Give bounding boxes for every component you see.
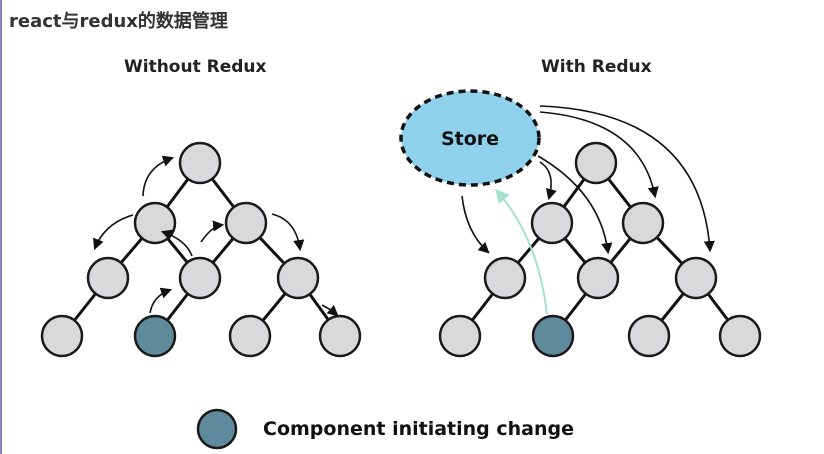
tree-node-initiator — [531, 314, 575, 358]
tree-node-leaf — [718, 314, 762, 358]
tree-node — [576, 256, 620, 300]
tree-node — [674, 256, 718, 300]
store-update-arrow — [539, 161, 557, 201]
propagation-arrow — [271, 213, 305, 252]
tree-node-root — [574, 141, 618, 185]
store-label: Store — [441, 128, 499, 150]
propagation-arrow — [93, 214, 134, 251]
tree-node-leaf — [438, 314, 482, 358]
legend-label: Component initiating change — [263, 418, 575, 440]
tree-node-leaf — [318, 314, 362, 358]
tree-node-leaf — [228, 314, 272, 358]
with-redux-tree: Store — [399, 89, 762, 358]
tree-node-root — [178, 141, 222, 185]
tree-node — [530, 201, 574, 245]
tree-node — [178, 256, 222, 300]
legend-initiator-swatch — [196, 408, 238, 450]
propagation-arrow — [142, 155, 175, 197]
tree-node — [224, 201, 268, 245]
propagation-arrow — [200, 220, 225, 243]
tree-node-leaf — [627, 314, 671, 358]
without-redux-tree — [40, 141, 362, 358]
tree-node — [621, 201, 665, 245]
tree-node — [86, 256, 130, 300]
without-redux-edges — [60, 162, 342, 337]
tree-node-initiator — [133, 314, 177, 358]
redux-comparison-diagram: Store — [40, 89, 762, 450]
tree-node — [483, 256, 527, 300]
tree-node — [276, 256, 320, 300]
tree-node — [133, 201, 177, 245]
tree-node-leaf — [40, 314, 84, 358]
store-update-arrow — [461, 195, 490, 254]
with-redux-edges — [458, 162, 742, 337]
propagation-arrow — [149, 287, 173, 314]
